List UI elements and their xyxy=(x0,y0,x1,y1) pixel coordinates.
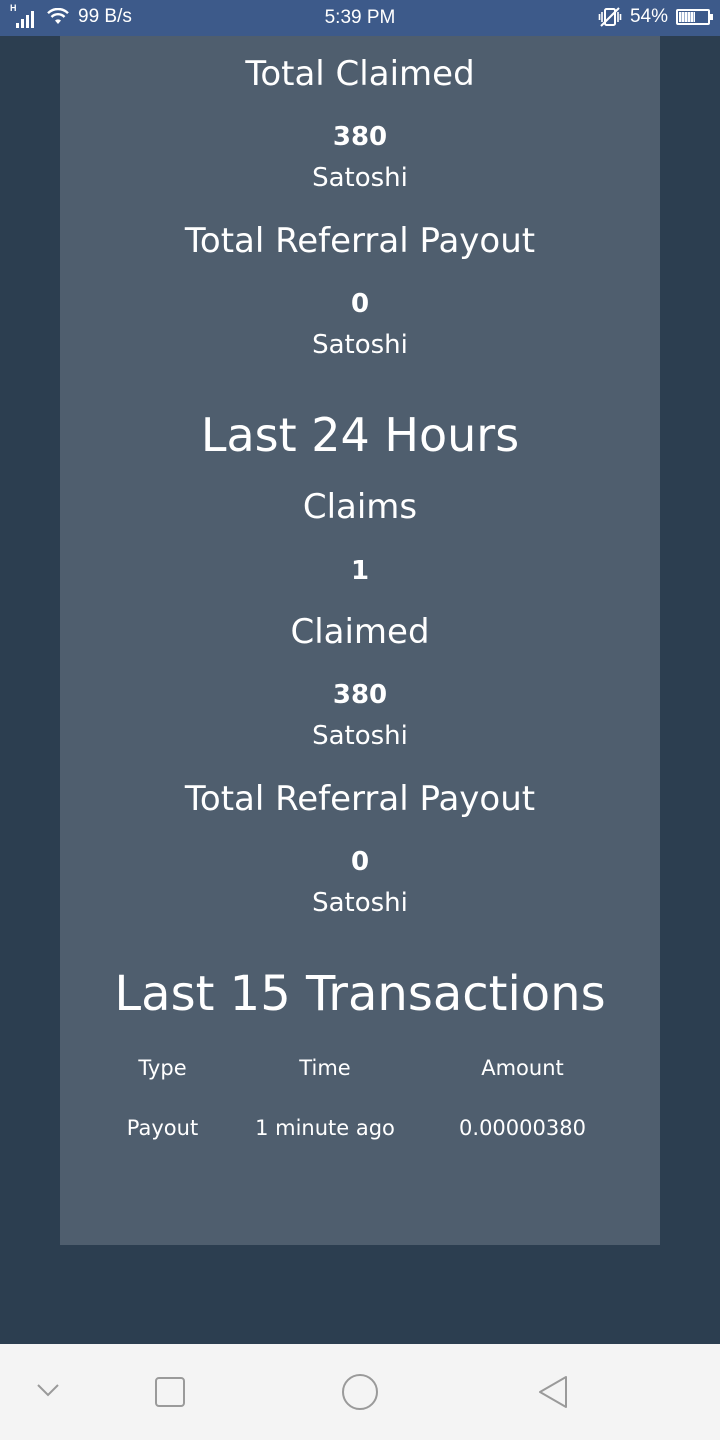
home-icon[interactable] xyxy=(340,1372,380,1412)
claimed-value: 380 xyxy=(332,680,388,710)
total-claimed-unit: Satoshi xyxy=(312,163,408,193)
status-right: 54% xyxy=(598,6,713,28)
column-header-type: Type xyxy=(138,1056,187,1080)
collapse-icon[interactable] xyxy=(36,1382,60,1398)
row-type: Payout xyxy=(126,1116,199,1140)
recents-icon[interactable] xyxy=(154,1376,186,1408)
referral-24h-label: Total Referral Payout xyxy=(184,779,536,819)
column-header-time: Time xyxy=(299,1056,351,1080)
claims-value: 1 xyxy=(350,556,370,586)
stats-card: Total Claimed 380 Satoshi Total Referral… xyxy=(60,36,660,1245)
last-24-hours-heading: Last 24 Hours xyxy=(200,408,520,462)
battery-percent: 54% xyxy=(629,6,668,27)
referral-24h-unit: Satoshi xyxy=(312,888,408,918)
status-bar: H 99 B/s 5:39 PM 54% xyxy=(0,0,720,36)
table-row: Payout 1 minute ago 0.00000380 xyxy=(60,1116,660,1176)
referral-24h-value: 0 xyxy=(350,847,370,877)
battery-icon xyxy=(676,9,713,25)
row-amount: 0.00000380 xyxy=(459,1116,586,1140)
claims-label: Claims xyxy=(302,487,418,527)
column-header-amount: Amount xyxy=(481,1056,564,1080)
navigation-bar xyxy=(0,1344,720,1440)
table-header-row: Type Time Amount xyxy=(60,1056,660,1116)
vibrate-icon xyxy=(598,7,622,27)
total-claimed-value: 380 xyxy=(332,122,388,152)
total-referral-label: Total Referral Payout xyxy=(184,221,536,261)
claimed-unit: Satoshi xyxy=(312,721,408,751)
row-time: 1 minute ago xyxy=(255,1116,395,1140)
total-claimed-label: Total Claimed xyxy=(245,54,475,94)
total-referral-value: 0 xyxy=(350,289,370,319)
total-referral-unit: Satoshi xyxy=(312,330,408,360)
claimed-label: Claimed xyxy=(290,612,430,652)
transactions-heading: Last 15 Transactions xyxy=(114,966,606,1022)
transactions-table: Type Time Amount Payout 1 minute ago 0.0… xyxy=(60,1056,660,1176)
back-icon[interactable] xyxy=(536,1374,570,1410)
